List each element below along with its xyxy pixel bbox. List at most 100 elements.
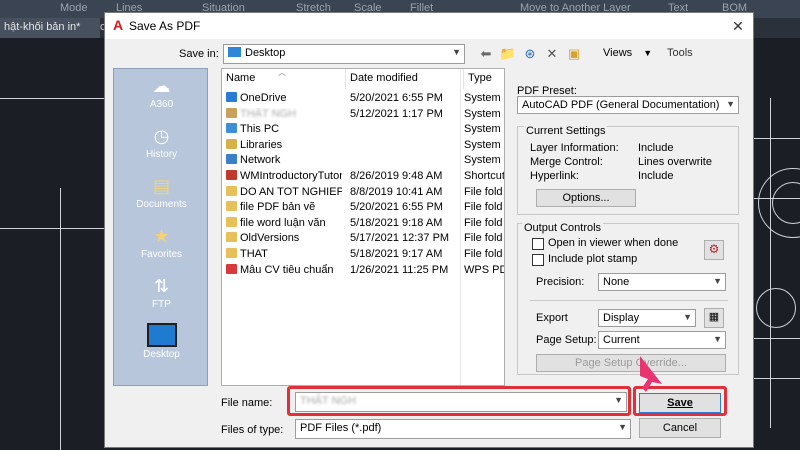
place-a360[interactable]: ☁ A360	[114, 71, 209, 119]
places-bar: ☁ A360 ◷ History ▤ Documents ★ Favorites…	[113, 68, 208, 386]
file-name-text: THẬT NGH	[240, 107, 297, 120]
file-row[interactable]: Mẫu CV tiêu chuẩn 1/26/2021 11:25 PM WPS P…	[222, 263, 505, 279]
file-date-cell: 5/20/2021 6:55 PM	[350, 92, 443, 104]
file-name-cell: Mẫu CV tiêu chuẩn	[226, 263, 342, 276]
file-row[interactable]: OldVersions 5/17/2021 12:37 PM File fold	[222, 231, 504, 247]
options-button[interactable]: Options...	[536, 189, 636, 207]
file-date-cell: 1/26/2021 11:25 PM	[350, 263, 449, 276]
merge-control-label: Merge Control:	[530, 156, 603, 168]
file-type-cell: File fold	[464, 216, 503, 229]
place-favorites[interactable]: ★ Favorites	[114, 221, 209, 269]
file-name-text: Libraries	[240, 138, 283, 151]
chevron-down-icon: ▼	[452, 47, 461, 57]
file-row[interactable]: Libraries System F	[222, 138, 504, 154]
save-in-label: Save in:	[179, 48, 219, 60]
place-documents[interactable]: ▤ Documents	[114, 171, 209, 219]
column-header-date[interactable]: Date modified	[346, 69, 464, 89]
chevron-down-icon: ▼	[713, 276, 722, 286]
file-list[interactable]: Name ︿ Date modified Type OneDrive 5/20/20…	[221, 68, 505, 386]
files-of-type-value: PDF Files (*.pdf)	[300, 422, 382, 434]
file-date-cell: 5/18/2021 9:17 AM	[350, 248, 443, 260]
page-setup-dropdown[interactable]: Current ▼	[598, 331, 726, 349]
cad-line	[770, 98, 771, 428]
place-history[interactable]: ◷ History	[114, 121, 209, 169]
file-date-cell: 8/8/2019 10:41 AM	[350, 185, 443, 198]
place-ftp[interactable]: ⇅ FTP	[114, 271, 209, 319]
ftp-icon: ⇅	[153, 276, 170, 296]
search-web-icon[interactable]: ⊛	[521, 45, 539, 63]
folder-icon	[226, 248, 237, 258]
close-icon[interactable]: ✕	[723, 13, 753, 39]
cancel-button[interactable]: Cancel	[639, 418, 721, 438]
place-label: Favorites	[140, 249, 183, 260]
hyperlink-value: Include	[638, 170, 674, 182]
place-label: Documents	[136, 199, 187, 210]
file-name-label: File name:	[221, 397, 273, 409]
page-setup-override-button[interactable]: Page Setup Override...	[536, 354, 726, 372]
precision-label: Precision:	[536, 276, 585, 288]
desktop-icon	[228, 47, 241, 57]
place-desktop[interactable]: Desktop	[114, 319, 209, 367]
files-of-type-dropdown[interactable]: PDF Files (*.pdf) ▼	[295, 419, 631, 439]
file-row[interactable]: OneDrive 5/20/2021 6:55 PM System F	[222, 91, 504, 107]
libraries-icon	[226, 138, 237, 149]
file-name-text: This PC	[240, 123, 280, 136]
precision-value: None	[603, 276, 630, 288]
divider	[530, 300, 728, 301]
dialog-titlebar: A Save As PDF ✕	[105, 13, 753, 39]
page-setup-label: Page Setup:	[536, 334, 597, 346]
views-menu[interactable]: Views ▼	[603, 47, 652, 59]
file-name-cell: THAT	[226, 248, 342, 260]
column-header-type[interactable]: Type	[464, 69, 504, 89]
up-folder-icon[interactable]: 📁	[499, 45, 517, 63]
chevron-down-icon: ▼	[713, 334, 722, 344]
file-row[interactable]: THAT 5/18/2021 9:17 AM File fold	[222, 247, 504, 263]
column-header-name[interactable]: Name ︿	[222, 69, 346, 89]
file-row[interactable]: DO AN TOT NGHIEP 8/8/2019 10:41 AM File fo…	[222, 185, 504, 201]
file-row[interactable]: file PDF bản vẽ 5/20/2021 6:55 PM File fol…	[222, 200, 504, 216]
file-type-cell: File fold	[464, 185, 503, 198]
save-in-dropdown[interactable]: Desktop ▼	[223, 44, 465, 64]
save-in-value: Desktop	[245, 47, 286, 59]
plot-stamp-settings-icon[interactable]: ⚙	[704, 240, 724, 260]
desktop-icon	[146, 323, 177, 347]
chevron-down-icon: ▼	[618, 422, 627, 432]
new-folder-icon[interactable]: ▣	[565, 45, 583, 63]
file-row[interactable]: THẬT NGH 5/12/2021 1:17 PM System F	[222, 107, 504, 123]
back-icon[interactable]: ⬅	[477, 45, 495, 63]
file-row[interactable]: This PC System F	[222, 122, 504, 138]
place-label: FTP	[152, 299, 171, 310]
pdf-preset-dropdown[interactable]: AutoCAD PDF (General Documentation) ▼	[517, 96, 739, 114]
dialog-title: Save As PDF	[129, 19, 201, 33]
file-row[interactable]: Network System F	[222, 153, 504, 169]
file-name-cell: OldVersions	[226, 232, 342, 244]
cloud-icon: ☁	[152, 76, 171, 96]
file-date-cell: 5/20/2021 6:55 PM	[350, 201, 443, 214]
delete-icon[interactable]: ✕	[543, 45, 561, 63]
precision-dropdown[interactable]: None ▼	[598, 273, 726, 291]
open-in-viewer-checkbox[interactable]	[532, 238, 544, 250]
file-type-cell: File fold	[464, 201, 503, 214]
tools-menu[interactable]: Tools	[667, 47, 693, 59]
export-dropdown[interactable]: Display ▼	[598, 309, 696, 327]
pdf-preset-value: AutoCAD PDF (General Documentation)	[522, 99, 720, 111]
page-setup-value: Current	[603, 334, 640, 346]
cad-line	[0, 228, 104, 229]
open-in-viewer-label: Open in viewer when done	[548, 237, 679, 249]
file-name-cell: DO AN TOT NGHIEP	[226, 185, 342, 198]
export-value: Display	[603, 312, 640, 324]
drawing-tab[interactable]: hật-khối bản in*	[0, 18, 100, 38]
include-plot-stamp-checkbox[interactable]	[532, 254, 544, 266]
file-name-text: file word luận văn	[240, 216, 326, 229]
export-sheets-icon[interactable]: ▦	[704, 308, 724, 328]
file-name-text: Network	[240, 154, 281, 167]
file-row[interactable]: file word luận văn 5/18/2021 9:18 AM File …	[222, 216, 504, 232]
user-folder-icon	[226, 107, 237, 118]
pointer-arrow-icon	[640, 356, 662, 392]
file-row[interactable]: WMIntroductoryTutorial 8/26/2019 9:48 AM S…	[222, 169, 504, 185]
file-name-cell: file PDF bản vẽ	[226, 201, 342, 213]
file-type-cell: File fold	[464, 232, 503, 245]
place-label: Desktop	[143, 349, 180, 360]
file-type-cell: WPS PD	[464, 263, 505, 276]
onedrive-icon	[226, 92, 237, 102]
